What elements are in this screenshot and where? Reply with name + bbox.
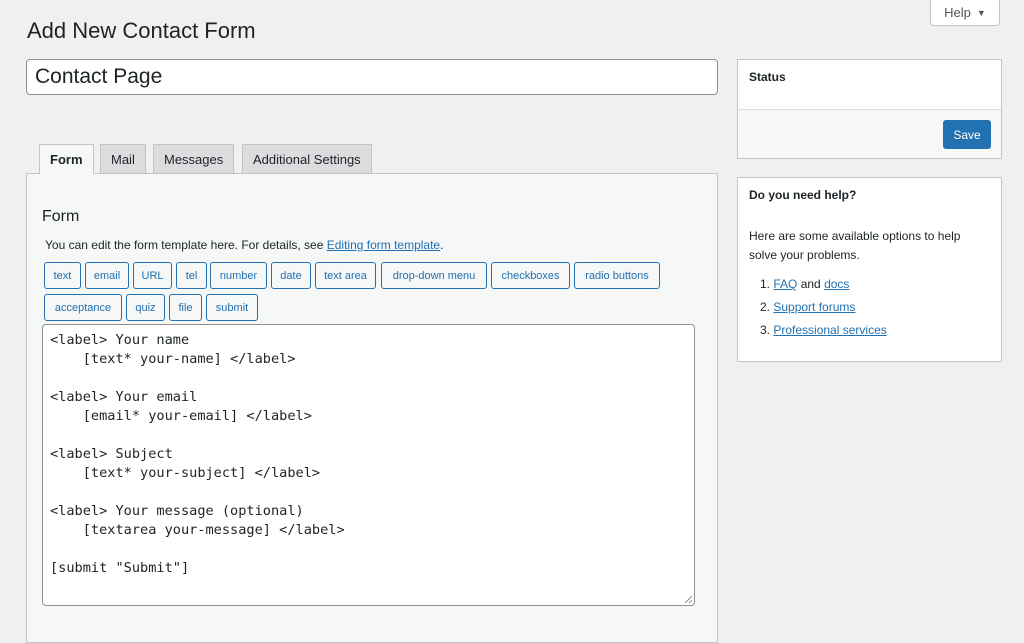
tab-mail-label: Mail <box>111 151 135 167</box>
tag-quiz-button[interactable]: quiz <box>126 294 165 321</box>
form-description: You can edit the form template here. For… <box>45 238 443 252</box>
tab-additional-settings[interactable]: Additional Settings <box>242 144 372 173</box>
tab-additional-settings-label: Additional Settings <box>253 151 361 167</box>
support-forums-link[interactable]: Support forums <box>773 300 855 314</box>
save-button[interactable]: Save <box>943 120 991 149</box>
tag-number-button[interactable]: number <box>210 262 267 289</box>
help-item-number: 2. <box>760 300 771 314</box>
tag-textarea-button[interactable]: text area <box>315 262 376 289</box>
form-section-heading: Form <box>42 208 80 225</box>
tag-submit-button[interactable]: submit <box>206 294 258 321</box>
tag-tel-button[interactable]: tel <box>176 262 207 289</box>
help-tab-button[interactable]: Help ▼ <box>930 0 1000 26</box>
tab-messages-label: Messages <box>164 151 224 167</box>
help-item-joiner: and <box>797 277 825 291</box>
form-title-input[interactable] <box>26 59 718 95</box>
form-description-text: You can edit the form template here. For… <box>45 238 327 252</box>
page-title: Add New Contact Form <box>27 18 256 43</box>
tag-date-button[interactable]: date <box>271 262 311 289</box>
help-list-item: 2. Support forums <box>760 300 855 314</box>
tag-dropdown-button[interactable]: drop-down menu <box>381 262 487 289</box>
help-box-title: Do you need help? <box>749 188 857 202</box>
form-template-editor[interactable]: <label> Your name [text* your-name] </la… <box>42 324 695 606</box>
docs-link[interactable]: docs <box>824 277 849 291</box>
editing-form-template-link[interactable]: Editing form template <box>327 238 440 252</box>
tab-messages[interactable]: Messages <box>153 144 235 173</box>
caret-down-icon: ▼ <box>976 7 986 18</box>
tag-checkboxes-button[interactable]: checkboxes <box>491 262 570 289</box>
tag-radio-buttons-button[interactable]: radio buttons <box>574 262 660 289</box>
help-item-number: 3. <box>760 323 771 337</box>
status-box-title: Status <box>749 70 786 84</box>
professional-services-link[interactable]: Professional services <box>773 323 886 337</box>
help-list-item: 3. Professional services <box>760 323 887 337</box>
help-box-description: Here are some available options to help … <box>749 229 961 262</box>
tag-file-button[interactable]: file <box>169 294 202 321</box>
help-list-item: 1. FAQ and docs <box>760 277 849 291</box>
tag-url-button[interactable]: URL <box>133 262 172 289</box>
help-tab-label: Help <box>944 5 971 20</box>
help-item-number: 1. <box>760 277 771 291</box>
tab-form-label: Form <box>50 152 83 167</box>
tag-text-button[interactable]: text <box>44 262 81 289</box>
resize-grip-icon[interactable] <box>684 595 693 604</box>
form-description-suffix: . <box>440 238 444 252</box>
tab-mail[interactable]: Mail <box>100 144 146 173</box>
tag-email-button[interactable]: email <box>85 262 129 289</box>
faq-link[interactable]: FAQ <box>773 277 797 291</box>
tag-acceptance-button[interactable]: acceptance <box>44 294 122 321</box>
tab-form[interactable]: Form <box>39 144 94 174</box>
